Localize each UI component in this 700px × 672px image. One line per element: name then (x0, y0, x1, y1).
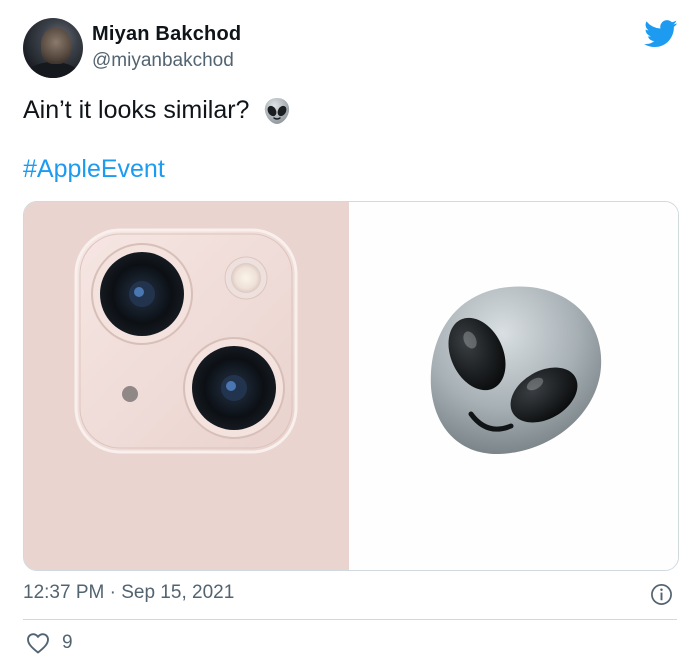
tweet-text-body: Ain’t it looks similar? (23, 96, 250, 124)
info-icon[interactable] (650, 583, 673, 606)
user-handle[interactable]: @miyanbakchod (92, 50, 234, 72)
alien-emoji-image[interactable] (349, 202, 678, 570)
like-button[interactable]: 9 (26, 632, 73, 654)
hashtag-link[interactable]: #AppleEvent (23, 155, 165, 184)
tweet-timestamp[interactable]: 12:37 PM · Sep 15, 2021 (23, 582, 234, 604)
display-name[interactable]: Miyan Bakchod (92, 23, 241, 46)
meta-separator: · (109, 582, 116, 603)
avatar[interactable] (23, 18, 83, 78)
avatar-shoulder (25, 62, 81, 78)
divider (23, 619, 677, 620)
tweet-date: Sep 15, 2021 (121, 582, 235, 603)
twitter-bird-icon[interactable] (644, 20, 678, 48)
like-count: 9 (62, 632, 73, 653)
iphone-camera-drawing (24, 202, 349, 570)
alien-emoji-drawing (430, 286, 602, 455)
alien-emoji-icon (265, 98, 290, 125)
tweet-time: 12:37 PM (23, 582, 105, 603)
media-grid (23, 201, 679, 571)
avatar-face (41, 28, 71, 64)
tweet-card: Miyan Bakchod @miyanbakchod Ain’t it loo… (0, 0, 700, 672)
iphone-camera-image[interactable] (24, 202, 349, 570)
tweet-text: Ain’t it looks similar? (23, 94, 292, 126)
heart-icon (27, 633, 49, 654)
